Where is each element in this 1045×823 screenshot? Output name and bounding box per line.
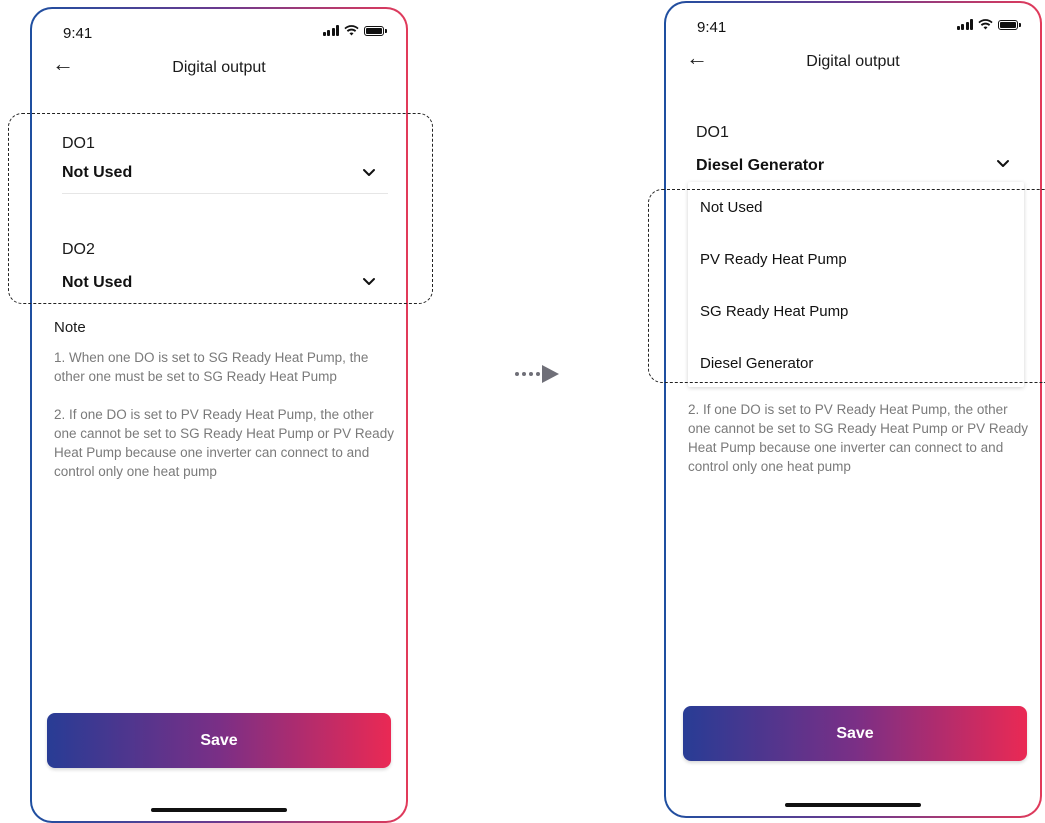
do1-select-value[interactable]: Diesel Generator bbox=[696, 157, 824, 175]
wifi-icon bbox=[978, 19, 993, 30]
save-button[interactable]: Save bbox=[683, 706, 1027, 761]
status-time: 9:41 bbox=[697, 19, 727, 36]
phone-frame-after: 9:41 ← Digital output DO1 Diesel Generat… bbox=[664, 1, 1042, 818]
screen-after: 9:41 ← Digital output DO1 Diesel Generat… bbox=[666, 3, 1040, 816]
signal-icon bbox=[322, 25, 339, 36]
page-title: Digital output bbox=[806, 53, 900, 70]
save-button[interactable]: Save bbox=[47, 713, 391, 768]
transition-arrow-icon bbox=[515, 365, 559, 383]
highlight-dropdown-options bbox=[648, 189, 1045, 383]
status-icons bbox=[322, 25, 387, 36]
note-title: Note bbox=[54, 319, 86, 336]
note-item-1: 1. When one DO is set to SG Ready Heat P… bbox=[54, 350, 369, 384]
highlight-do-selectors bbox=[8, 113, 433, 304]
home-indicator bbox=[785, 803, 921, 807]
do1-label: DO1 bbox=[696, 124, 729, 141]
wifi-icon bbox=[344, 25, 359, 36]
page-title: Digital output bbox=[172, 59, 266, 76]
home-indicator bbox=[151, 808, 287, 812]
status-time: 9:41 bbox=[63, 25, 93, 42]
note-item-2: 2. If one DO is set to PV Ready Heat Pum… bbox=[688, 402, 1028, 474]
status-icons bbox=[956, 19, 1021, 30]
battery-icon bbox=[364, 25, 387, 36]
note-item-2: 2. If one DO is set to PV Ready Heat Pum… bbox=[54, 407, 394, 479]
chevron-down-icon[interactable] bbox=[996, 159, 1010, 169]
battery-icon bbox=[998, 19, 1021, 30]
signal-icon bbox=[956, 19, 973, 30]
